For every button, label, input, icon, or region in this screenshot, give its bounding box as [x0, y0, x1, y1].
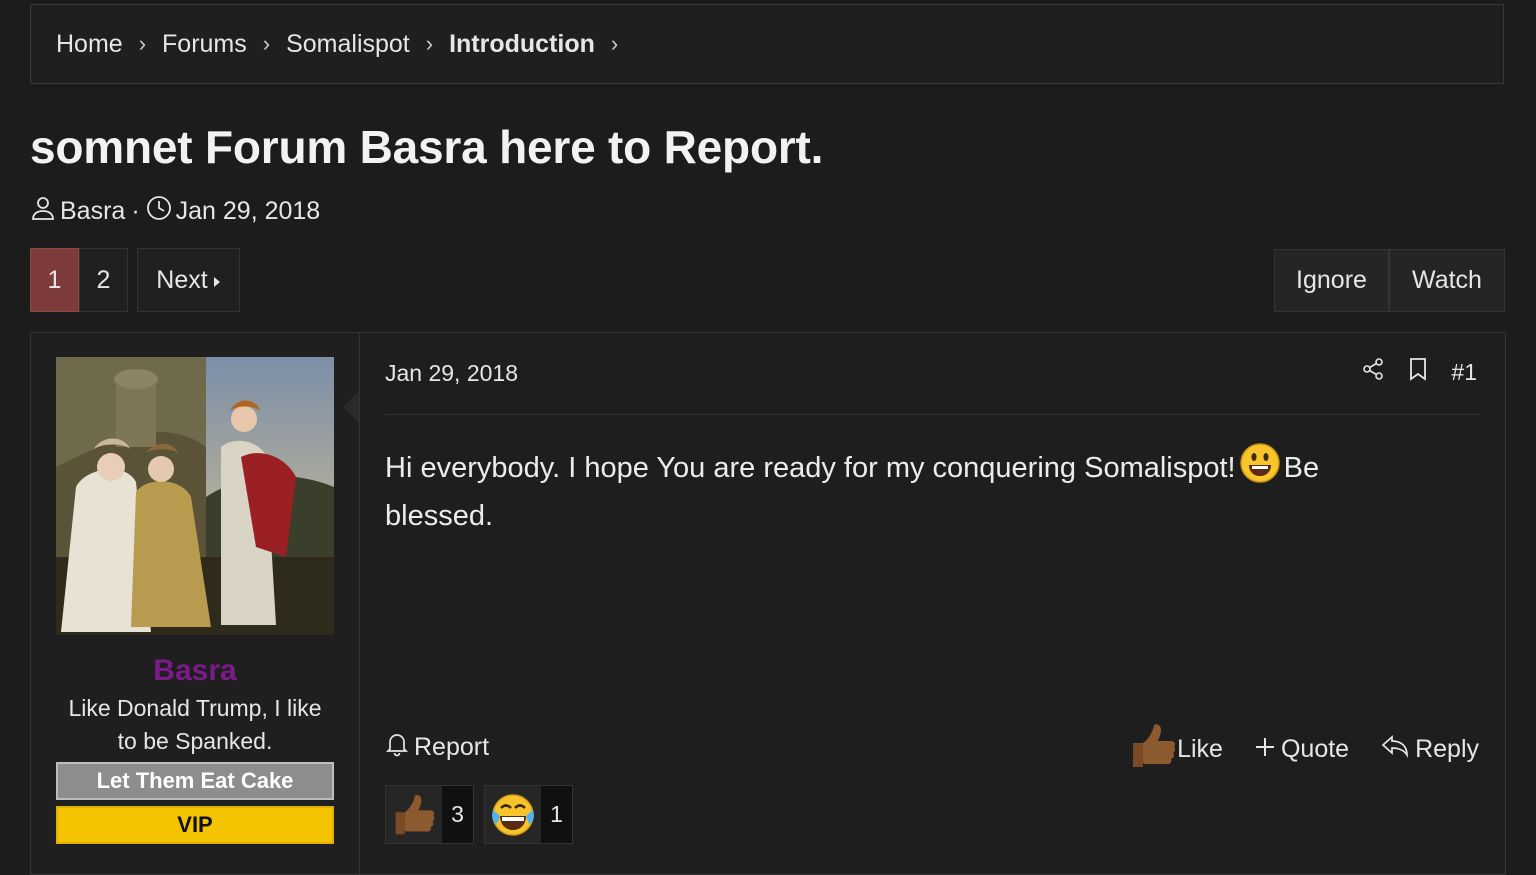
thread-date-link[interactable]: Jan 29, 2018	[176, 197, 321, 226]
thread-author-link[interactable]: Basra	[60, 197, 125, 226]
post-body: Hi everybody. I hope You are ready for m…	[385, 443, 1395, 537]
reaction-like-count: 3	[442, 786, 473, 843]
next-label: Next	[156, 265, 208, 294]
post-footer-left: Report	[385, 731, 489, 764]
ignore-button[interactable]: Ignore	[1274, 249, 1389, 312]
post-tools: #1	[1361, 357, 1477, 387]
post-user-column: Basra Like Donald Trump, I like to be Sp…	[31, 333, 360, 874]
reaction-laugh[interactable]: 1	[484, 785, 573, 844]
reaction-laugh-count: 1	[541, 786, 572, 843]
post-body-text: Hi everybody. I hope You are ready for m…	[385, 452, 1236, 484]
next-page-button[interactable]: Next	[137, 248, 240, 312]
post-header-divider	[385, 414, 1481, 415]
thumbs-up-icon	[386, 786, 442, 843]
laughing-icon	[485, 786, 541, 843]
meta-dot: ·	[131, 196, 140, 225]
user-banner-cake: Let Them Eat Cake	[56, 762, 334, 800]
smile-emoji-icon	[1239, 443, 1280, 495]
thread-actions: Ignore Watch	[1274, 249, 1505, 312]
post-username[interactable]: Basra	[31, 654, 359, 688]
breadcrumb-forums[interactable]: Forums	[162, 30, 247, 59]
like-button[interactable]: Like	[1129, 721, 1223, 778]
report-label: Report	[414, 733, 490, 761]
share-icon[interactable]	[1361, 357, 1385, 387]
avatar[interactable]	[56, 357, 334, 635]
post-main: Jan 29, 2018 #1 Hi everybody. I hope You…	[385, 333, 1505, 874]
bookmark-icon[interactable]	[1407, 357, 1429, 387]
reaction-like[interactable]: 3	[385, 785, 474, 844]
watch-button[interactable]: Watch	[1389, 249, 1505, 312]
post-footer-actions: Like Quote Reply	[1129, 721, 1479, 778]
breadcrumb-somalispot[interactable]: Somalispot	[286, 30, 410, 59]
user-banner-vip: VIP	[56, 806, 334, 844]
breadcrumb-separator: ›	[138, 31, 147, 56]
breadcrumb: Home › Forums › Somalispot › Introductio…	[30, 4, 1504, 84]
quote-button[interactable]: Quote	[1255, 735, 1349, 764]
clock-icon	[146, 195, 176, 228]
reply-label: Reply	[1415, 735, 1479, 763]
caret-right-icon	[213, 266, 221, 295]
bell-icon	[385, 731, 409, 764]
breadcrumb-separator: ›	[262, 31, 271, 56]
breadcrumb-separator: ›	[425, 31, 434, 56]
quote-label: Quote	[1280, 735, 1350, 763]
thread-meta: Basra · Jan 29, 2018	[30, 193, 320, 229]
breadcrumb-introduction[interactable]: Introduction	[449, 30, 595, 59]
page-1-button[interactable]: 1	[30, 248, 79, 312]
report-button[interactable]: Report	[385, 731, 489, 764]
user-icon	[30, 195, 60, 228]
post: Basra Like Donald Trump, I like to be Sp…	[30, 332, 1506, 875]
reply-arrow-icon	[1381, 734, 1409, 765]
reactions-bar: 3 1	[385, 785, 573, 844]
page-title: somnet Forum Basra here to Report.	[30, 121, 824, 173]
thumbs-up-icon	[1129, 721, 1177, 778]
like-label: Like	[1177, 735, 1223, 763]
breadcrumb-home[interactable]: Home	[56, 30, 123, 59]
post-date-link[interactable]: Jan 29, 2018	[385, 360, 518, 387]
page-2-button[interactable]: 2	[79, 248, 128, 312]
pagination: 1 2 Next	[30, 248, 240, 312]
reply-button[interactable]: Reply	[1381, 734, 1479, 765]
user-title: Like Donald Trump, I like to be Spanked.	[68, 695, 322, 754]
plus-icon	[1255, 735, 1275, 764]
breadcrumb-separator: ›	[610, 31, 619, 56]
post-arrow	[343, 391, 359, 423]
post-number-link[interactable]: #1	[1451, 359, 1477, 386]
